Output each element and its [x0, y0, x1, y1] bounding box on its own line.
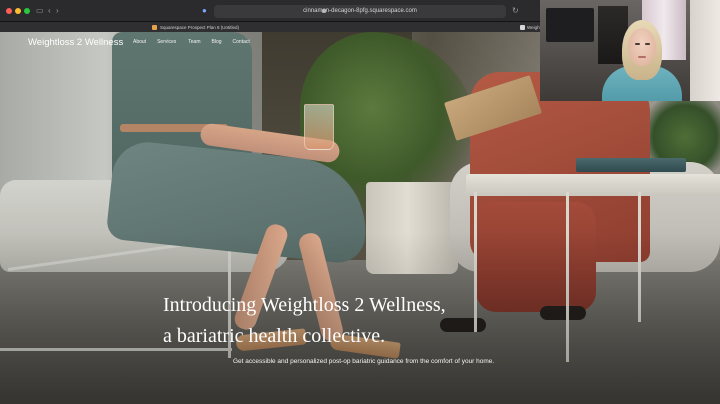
webcam-monitor [546, 8, 594, 42]
books-image [576, 158, 686, 172]
hero-headline-line-2: a bariatric health collective. [163, 325, 386, 347]
nav-link-about[interactable]: About [133, 39, 146, 45]
webcam-door [690, 0, 720, 101]
maximize-window-button[interactable] [24, 8, 30, 14]
tab-secondary[interactable]: Weight [520, 23, 541, 31]
favicon-icon [152, 24, 157, 30]
reload-icon[interactable]: ↻ [512, 6, 519, 16]
address-bar[interactable]: cinnamon-decagon-8pfg.squarespace.com [214, 5, 506, 18]
webcam-person-eye [635, 43, 640, 45]
webcam-person-eye [645, 43, 650, 45]
hero-subtext: Get accessible and personalized post-op … [233, 358, 495, 365]
url-text: cinnamon-decagon-8pfg.squarespace.com [303, 8, 417, 14]
shield-icon[interactable]: ● [202, 6, 207, 16]
tab-label: Squarespace Prospect Plan 8 (Untitled) [160, 24, 240, 30]
nav-link-services[interactable]: Services [157, 39, 176, 45]
webcam-person-face [628, 28, 656, 66]
hero-headline: Introducing Weightloss 2 Wellness, a bar… [163, 290, 446, 352]
sidebar-icon[interactable]: ▭ [36, 6, 44, 16]
webcam-person-mouth [638, 56, 646, 58]
favicon-icon [520, 24, 525, 30]
back-arrow-icon[interactable]: ‹ [48, 6, 51, 16]
minimize-window-button[interactable] [15, 8, 21, 14]
webcam-overlay [540, 0, 720, 101]
tab-active[interactable]: Squarespace Prospect Plan 8 (Untitled) [152, 23, 239, 31]
site-logo[interactable]: Weightloss 2 Wellness [28, 37, 123, 48]
close-window-button[interactable] [6, 8, 12, 14]
forward-arrow-icon[interactable]: › [56, 6, 59, 16]
nav-link-blog[interactable]: Blog [212, 39, 222, 45]
nav-link-team[interactable]: Team [188, 39, 200, 45]
hero-headline-line-1: Introducing Weightloss 2 Wellness, [163, 294, 446, 316]
site-nav: About Services Team Blog Contact [133, 39, 250, 45]
tab-label: Weight [527, 24, 541, 30]
nav-link-contact[interactable]: Contact [233, 39, 250, 45]
glass-image [304, 104, 334, 150]
table-image [466, 174, 720, 196]
